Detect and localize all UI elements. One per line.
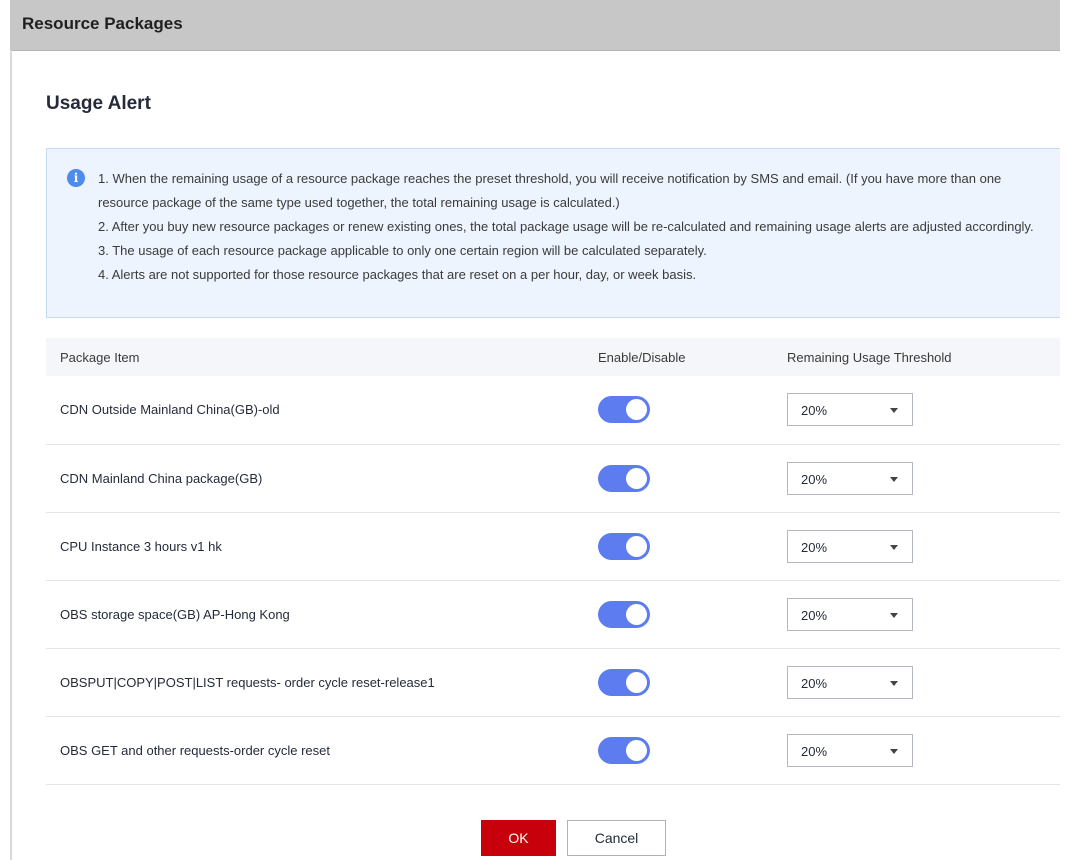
enable-toggle[interactable] bbox=[598, 464, 650, 492]
package-table: Package Item Enable/Disable Remaining Us… bbox=[46, 338, 1060, 785]
column-header-toggle: Enable/Disable bbox=[598, 349, 686, 365]
info-notice: i 1. When the remaining usage of a resou… bbox=[46, 148, 1060, 318]
threshold-select[interactable]: 20% bbox=[787, 665, 913, 699]
notice-line-2: 2. After you buy new resource packages o… bbox=[98, 219, 1034, 234]
caret-down-icon bbox=[890, 408, 898, 414]
page-header: Resource Packages bbox=[10, 0, 1060, 51]
package-item-name: CPU Instance 3 hours v1 hk bbox=[60, 538, 222, 554]
notice-line-4: 4. Alerts are not supported for those re… bbox=[98, 267, 697, 282]
table-row: OBSPUT|COPY|POST|LIST requests- order cy… bbox=[46, 648, 1060, 716]
caret-down-icon bbox=[890, 748, 898, 754]
enable-toggle[interactable] bbox=[598, 668, 650, 696]
toggle-knob bbox=[626, 467, 647, 489]
toggle-knob bbox=[626, 535, 647, 557]
page-title: Resource Packages bbox=[22, 14, 183, 33]
column-header-item: Package Item bbox=[60, 349, 140, 365]
threshold-select[interactable]: 20% bbox=[787, 393, 913, 427]
column-header-threshold: Remaining Usage Threshold bbox=[787, 349, 952, 365]
toggle-knob bbox=[626, 399, 647, 421]
table-row: CDN Mainland China package(GB) 20% bbox=[46, 444, 1060, 512]
enable-toggle[interactable] bbox=[598, 736, 650, 764]
notice-line-3: 3. The usage of each resource package ap… bbox=[98, 243, 707, 258]
cancel-button[interactable]: Cancel bbox=[567, 820, 666, 856]
threshold-value: 20% bbox=[801, 743, 828, 759]
package-item-name: OBSPUT|COPY|POST|LIST requests- order cy… bbox=[60, 674, 435, 690]
caret-down-icon bbox=[890, 612, 898, 618]
toggle-knob bbox=[626, 739, 647, 761]
package-item-name: CDN Mainland China package(GB) bbox=[60, 470, 263, 486]
threshold-value: 20% bbox=[801, 403, 828, 419]
notice-line-1: 1. When the remaining usage of a resourc… bbox=[98, 171, 1002, 210]
package-item-name: OBS GET and other requests-order cycle r… bbox=[60, 742, 330, 758]
threshold-value: 20% bbox=[801, 471, 828, 487]
caret-down-icon bbox=[890, 476, 898, 482]
table-row: OBS GET and other requests-order cycle r… bbox=[46, 716, 1060, 784]
ok-button[interactable]: OK bbox=[481, 820, 556, 856]
threshold-value: 20% bbox=[801, 607, 828, 623]
threshold-select[interactable]: 20% bbox=[787, 461, 913, 495]
threshold-select[interactable]: 20% bbox=[787, 733, 913, 767]
caret-down-icon bbox=[890, 680, 898, 686]
threshold-value: 20% bbox=[801, 539, 828, 555]
caret-down-icon bbox=[890, 544, 898, 550]
panel-border bbox=[10, 50, 12, 860]
dialog-title: Usage Alert bbox=[46, 93, 151, 114]
table-row: CDN Outside Mainland China(GB)-old 20% bbox=[46, 376, 1060, 444]
table-row: OBS storage space(GB) AP-Hong Kong 20% bbox=[46, 580, 1060, 648]
table-row: CPU Instance 3 hours v1 hk 20% bbox=[46, 512, 1060, 580]
enable-toggle[interactable] bbox=[598, 600, 650, 628]
threshold-value: 20% bbox=[801, 675, 828, 691]
enable-toggle[interactable] bbox=[598, 396, 650, 424]
threshold-select[interactable]: 20% bbox=[787, 597, 913, 631]
enable-toggle[interactable] bbox=[598, 532, 650, 560]
toggle-knob bbox=[626, 603, 647, 625]
toggle-knob bbox=[626, 671, 647, 693]
package-item-name: CDN Outside Mainland China(GB)-old bbox=[60, 402, 280, 418]
package-item-name: OBS storage space(GB) AP-Hong Kong bbox=[60, 606, 290, 622]
info-icon: i bbox=[67, 169, 85, 187]
table-header-row: Package Item Enable/Disable Remaining Us… bbox=[46, 338, 1060, 376]
threshold-select[interactable]: 20% bbox=[787, 529, 913, 563]
